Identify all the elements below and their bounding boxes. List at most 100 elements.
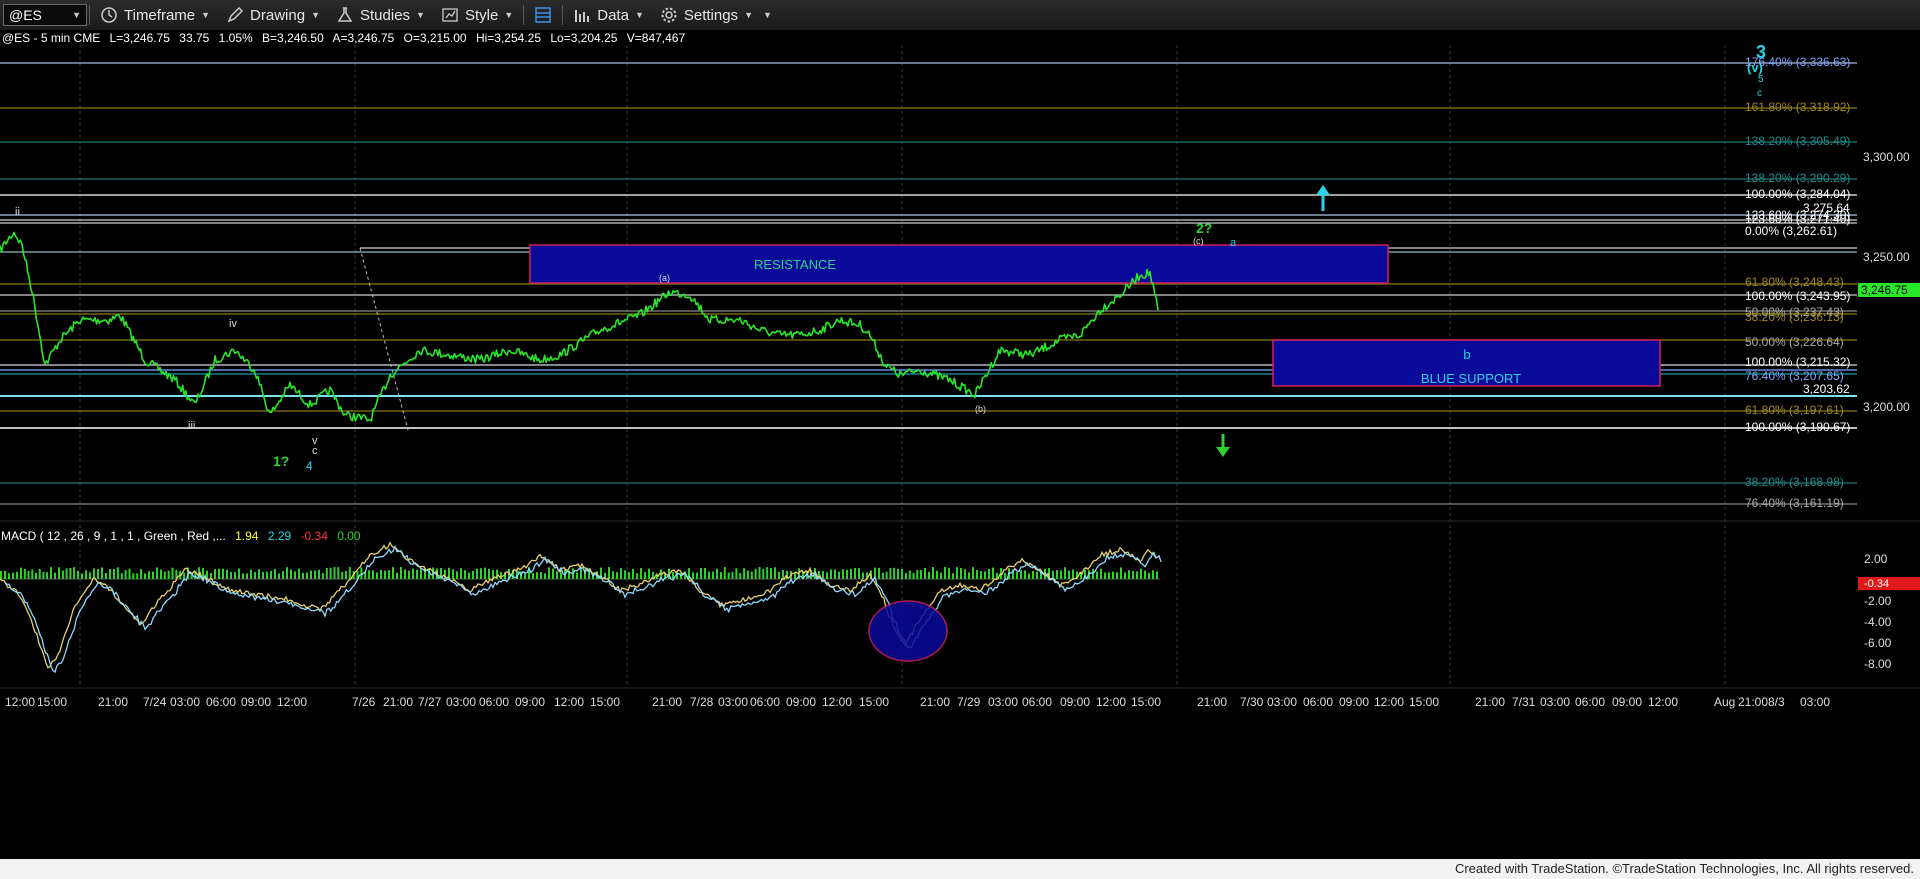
time-axis-label: 09:00 xyxy=(241,695,271,709)
time-axis-label: 12:00 xyxy=(1648,695,1678,709)
macd-histogram-bar xyxy=(576,572,578,579)
macd-histogram-bar xyxy=(1060,570,1062,579)
clock-icon xyxy=(101,7,117,23)
drawing-button[interactable]: Drawing ▼ xyxy=(218,1,328,29)
toolbar-divider xyxy=(89,5,90,25)
macd-histogram-bar xyxy=(46,572,49,579)
time-axis-label: 12:00 xyxy=(822,695,852,709)
macd-histogram-bar xyxy=(838,571,840,579)
macd-histogram-bar xyxy=(723,567,726,579)
macd-histogram-bar xyxy=(858,568,860,579)
timeframe-label: Timeframe xyxy=(124,6,196,24)
time-axis-label: 12:00 xyxy=(1374,695,1404,709)
macd-histogram-bar xyxy=(325,568,328,579)
toolbar-overflow-icon[interactable]: ▼ xyxy=(763,10,772,20)
support-zone[interactable]: b BLUE SUPPORT xyxy=(1272,339,1661,387)
macd-histogram-bar xyxy=(456,571,458,579)
macd-histogram-bar xyxy=(242,573,244,579)
macd-histogram-bar xyxy=(988,569,990,579)
macd-histogram-bar xyxy=(1152,570,1154,579)
toolbar-divider xyxy=(523,5,525,25)
macd-histogram-bar xyxy=(960,567,962,579)
macd-histogram-bar xyxy=(624,570,626,579)
macd-histogram-bar xyxy=(536,572,538,579)
ask-price: A=3,246.75 xyxy=(332,31,394,45)
wave-4: 4 xyxy=(306,459,313,473)
price-chart[interactable]: @ES - 5 min CME L=3,246.75 33.75 1.05% B… xyxy=(0,30,1920,859)
macd-histogram-bar xyxy=(38,569,41,579)
macd-histogram-bar xyxy=(120,573,123,579)
symbol-input[interactable]: @ES ▼ xyxy=(3,4,87,26)
macd-histogram-bar xyxy=(696,572,698,579)
data-bars-icon xyxy=(575,10,590,22)
macd-histogram-bar xyxy=(1028,573,1030,579)
macd-histogram-bar xyxy=(4,570,6,579)
fib-label: 50.00% (3,226.64) xyxy=(1745,335,1844,349)
time-axis-label: 03:00 xyxy=(1267,695,1297,709)
macd-histogram-bar xyxy=(460,568,462,579)
macd-histogram-bar xyxy=(144,573,146,579)
settings-button[interactable]: Settings ▼ xyxy=(652,1,761,29)
volume: V=847,467 xyxy=(627,31,686,45)
macd-histogram-bar xyxy=(124,570,127,579)
data-button[interactable]: Data ▼ xyxy=(565,1,652,29)
time-axis-label: 12:00 xyxy=(277,695,307,709)
studies-button[interactable]: Studies ▼ xyxy=(328,1,433,29)
macd-histogram-bar xyxy=(854,567,856,579)
macd-histogram-bar xyxy=(132,573,135,579)
macd-histogram-bar xyxy=(73,567,76,579)
macd-histogram-bar xyxy=(822,571,824,579)
pct-change: 1.05% xyxy=(219,31,253,45)
price-axis-label: 3,300.00 xyxy=(1863,150,1910,164)
macd-histogram-bar xyxy=(183,572,186,579)
macd-histogram-bar xyxy=(1052,570,1054,579)
macd-histogram-bar xyxy=(758,567,761,579)
macd-histogram-bar xyxy=(392,567,394,579)
fib-label: 176.40% (3,336.63) xyxy=(1745,55,1850,69)
macd-signal: 2.29 xyxy=(268,529,292,543)
high-price: Hi=3,254.25 xyxy=(476,31,541,45)
style-button[interactable]: Style ▼ xyxy=(433,1,521,29)
flask-icon xyxy=(337,7,353,22)
macd-histogram-bar xyxy=(905,573,907,579)
macd-axis-label: -2.00 xyxy=(1864,594,1892,608)
macd-histogram-bar xyxy=(1096,571,1098,579)
macd-histogram-bar xyxy=(774,567,776,579)
macd-diff: -0.34 xyxy=(301,529,329,543)
time-axis-label: 12:00 xyxy=(554,695,584,709)
macd-zero: 0.00 xyxy=(337,529,361,543)
macd-histogram-bar xyxy=(1036,571,1038,579)
macd-histogram-bar xyxy=(116,567,119,579)
timeframe-button[interactable]: Timeframe ▼ xyxy=(92,1,218,29)
fib-label: 38.20% (3,236.13) xyxy=(1745,310,1844,324)
settings-label: Settings xyxy=(683,6,739,24)
macd-histogram-bar xyxy=(452,569,454,579)
macd-histogram-bar xyxy=(420,569,422,579)
macd-histogram-bar xyxy=(329,567,332,579)
wave-iv: iv xyxy=(229,318,237,330)
macd-histogram-bar xyxy=(77,570,79,579)
macd-histogram-bar xyxy=(85,570,87,579)
macd-histogram-bar xyxy=(556,571,558,579)
macd-histogram-bar xyxy=(20,567,22,579)
time-axis-label: 06:00 xyxy=(1022,695,1052,709)
macd-histogram-bar xyxy=(270,571,272,579)
time-axis-label: 8/3 xyxy=(1768,695,1785,709)
time-axis-label: 7/29 xyxy=(957,695,981,709)
macd-highlight-ellipse[interactable] xyxy=(868,600,948,662)
wave-ii: ii xyxy=(15,206,20,218)
wave-iii: iii xyxy=(188,420,195,432)
macd-axis-label: -8.00 xyxy=(1864,657,1892,671)
layout-button[interactable] xyxy=(526,1,560,29)
macd-histogram-bar xyxy=(0,571,2,579)
macd-histogram-bar xyxy=(318,569,320,579)
macd-histogram-bar xyxy=(152,571,154,579)
macd-histogram-bar xyxy=(31,569,34,579)
macd-histogram-bar xyxy=(932,567,934,579)
macd-histogram-bar xyxy=(412,568,414,579)
macd-histogram-bar xyxy=(1124,572,1126,579)
macd-histogram-bar xyxy=(416,569,418,579)
symbol-dropdown-icon[interactable]: ▼ xyxy=(72,10,81,20)
macd-histogram-bar xyxy=(262,572,264,579)
time-axis-label: 06:00 xyxy=(750,695,780,709)
